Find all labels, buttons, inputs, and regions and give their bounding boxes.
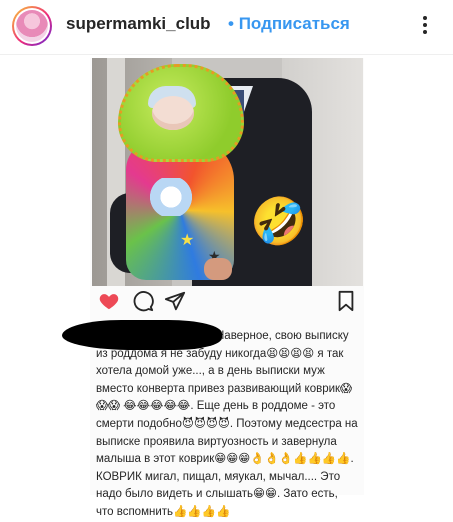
post-caption: Наверное, свою выписку из роддома я не з… — [96, 330, 358, 518]
more-vertical-icon[interactable] — [415, 10, 435, 40]
follow-button[interactable]: • Подписаться — [228, 14, 350, 34]
photo-star-yellow: ★ — [180, 232, 195, 249]
photo-hand — [204, 258, 232, 280]
share-icon[interactable] — [164, 290, 186, 312]
avatar[interactable] — [12, 6, 52, 46]
avatar-image — [16, 10, 48, 42]
username[interactable]: supermamki_club — [66, 14, 211, 34]
comment-icon[interactable] — [132, 290, 154, 312]
laughing-emoji-overlay: 🤣 — [250, 195, 308, 247]
bookmark-icon[interactable] — [335, 290, 357, 312]
caption-area: Наверное, свою выписку из роддома я не з… — [62, 320, 362, 518]
follow-label[interactable]: Подписаться — [239, 14, 350, 33]
photo-bow — [148, 178, 194, 216]
redacted-username-scribble — [62, 320, 222, 350]
heart-icon[interactable] — [98, 290, 120, 312]
post-header: supermamki_club • Подписаться — [0, 0, 453, 55]
post-photo[interactable]: ★ ★ — [92, 58, 363, 286]
photo-baby-face — [152, 96, 194, 130]
separator-dot: • — [228, 14, 234, 33]
action-bar — [92, 290, 363, 318]
